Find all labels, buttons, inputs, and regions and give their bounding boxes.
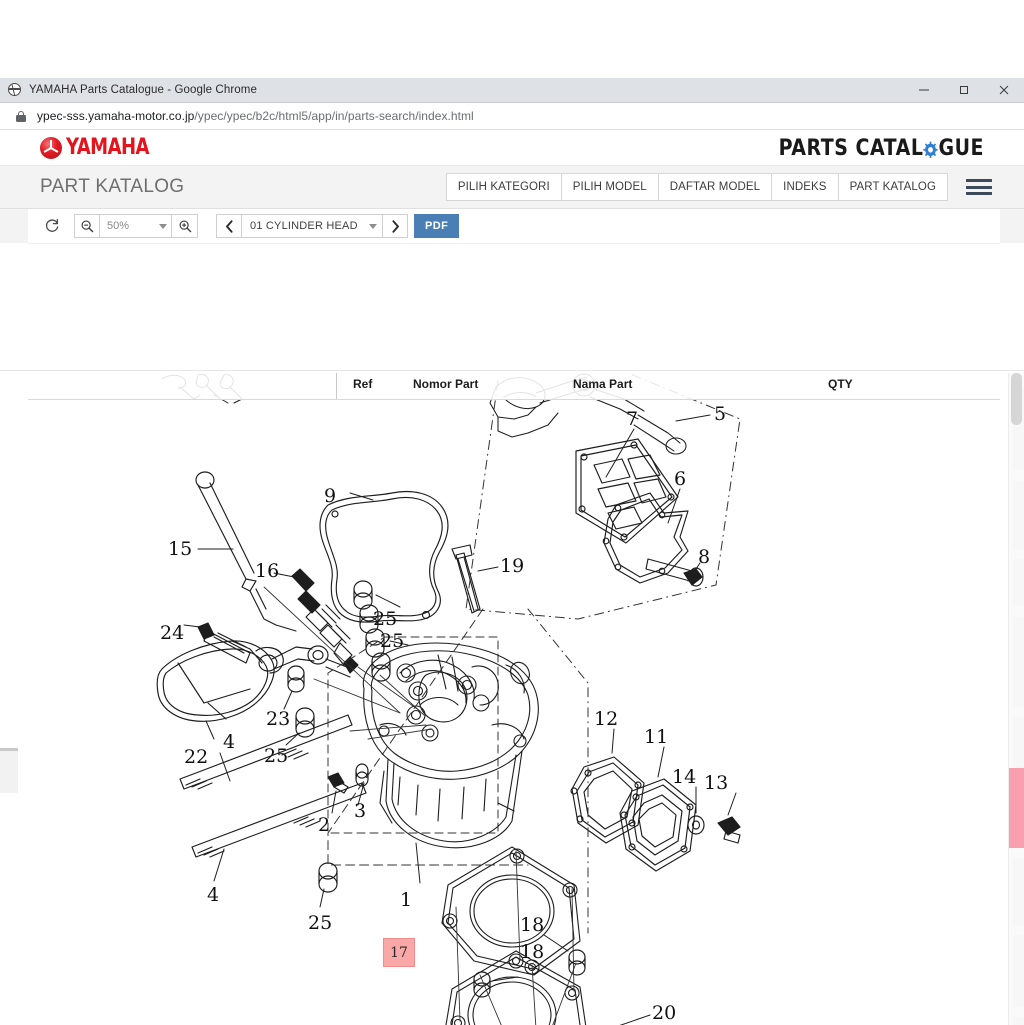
toolbar-divider [0,370,1024,371]
svg-text:8: 8 [698,546,710,568]
column-header-nama-part: Nama Part [573,377,632,391]
column-header-ref: Ref [353,377,372,391]
svg-text:1: 1 [400,889,412,911]
desktop-background [0,0,1024,78]
brand-bar: YAMAHA PARTS CATAL [0,130,1024,166]
svg-text:7: 7 [626,408,638,430]
vertical-scrollbar[interactable] [1008,373,1024,1025]
zoom-out-icon[interactable] [74,214,100,238]
column-header-qty: QTY [828,377,853,391]
zoom-controls: 50% [74,214,198,238]
svg-text:14: 14 [672,766,696,788]
cylinder-head-exploded-diagram: 15 9 [28,373,1000,1025]
yamaha-tuning-forks-icon [40,137,62,159]
selected-ref-17-highlight[interactable]: 17 [383,938,415,967]
pdf-button[interactable]: PDF [414,214,459,238]
zoom-in-icon[interactable] [172,214,198,238]
table-header-divider [336,373,337,399]
window-title: YAMAHA Parts Catalogue - Google Chrome [29,84,257,96]
refresh-icon[interactable] [40,214,64,238]
svg-text:16: 16 [255,560,279,582]
svg-text:25: 25 [264,745,288,767]
parts-catalogue-text-left: PARTS CATAL [779,135,924,160]
svg-text:24: 24 [160,622,184,644]
svg-text:18: 18 [520,914,544,936]
column-header-nomor-part: Nomor Part [413,377,478,391]
category-navigator: 01 CYLINDER HEAD [216,214,408,238]
yamaha-wordmark: YAMAHA [66,136,149,158]
svg-text:5: 5 [714,403,726,425]
svg-text:6: 6 [674,468,686,490]
viewer-toolbar-wrap: 50% [0,209,1024,243]
close-icon[interactable] [984,78,1024,102]
nav-part-katalog[interactable]: PART KATALOG [838,173,948,201]
viewer-toolbar: 50% [28,209,1000,244]
gear-icon [923,139,938,156]
svg-text:23: 23 [266,708,290,730]
svg-text:9: 9 [324,485,336,507]
svg-text:20: 20 [652,1002,676,1024]
maximize-icon[interactable] [944,78,984,102]
chevron-down-icon [159,224,167,229]
parts-catalogue-app: YAMAHA PARTS CATAL [0,130,1024,1025]
svg-text:11: 11 [644,726,668,748]
svg-text:25: 25 [308,912,332,934]
svg-text:13: 13 [704,772,728,794]
nav-pilih-kategori[interactable]: PILIH KATEGORI [446,173,561,201]
hamburger-menu-icon[interactable] [966,177,992,197]
nav-pilih-model[interactable]: PILIH MODEL [561,173,658,201]
minimize-icon[interactable] [904,78,944,102]
screenshot-root: YAMAHA Parts Catalogue - Google Chrome y… [0,0,1024,1024]
category-value: 01 CYLINDER HEAD [250,220,358,232]
scrollbar-selection-marker [1009,768,1024,848]
chevron-left-icon[interactable] [216,214,242,238]
parts-table-header: Ref Nomor Part Nama Part QTY [28,373,1000,400]
browser-address-bar[interactable]: ypec-sss.yamaha-motor.co.jp/ypec/ypec/b2… [0,103,1024,130]
url-host: ypec-sss.yamaha-motor.co.jp [37,109,194,123]
svg-text:25: 25 [380,630,404,652]
diagram-viewport[interactable]: 15 9 [28,373,1000,1025]
parts-catalogue-text-right: GUE [938,135,984,160]
svg-text:15: 15 [168,538,192,560]
left-panel-collapsed-handle[interactable] [0,748,18,793]
svg-text:12: 12 [594,708,618,730]
svg-text:19: 19 [500,555,524,577]
nav-indeks[interactable]: INDEKS [771,173,837,201]
svg-text:4: 4 [223,731,235,753]
page-header-row: PART KATALOG PILIH KATEGORI PILIH MODEL … [0,166,1024,209]
svg-text:4: 4 [207,884,219,906]
category-select[interactable]: 01 CYLINDER HEAD [242,214,382,238]
yamaha-logo[interactable]: YAMAHA [40,137,153,159]
browser-titlebar: YAMAHA Parts Catalogue - Google Chrome [0,78,1024,103]
lock-icon [14,109,28,123]
globe-icon [8,83,22,97]
svg-text:3: 3 [354,800,366,822]
chevron-right-icon[interactable] [382,214,408,238]
chrome-browser-window: YAMAHA Parts Catalogue - Google Chrome y… [0,78,1024,1024]
url-text: ypec-sss.yamaha-motor.co.jp/ypec/ypec/b2… [37,109,474,123]
window-controls [904,78,1024,102]
parts-catalogue-wordmark: PARTS CATAL [779,137,984,159]
main-nav: PILIH KATEGORI PILIH MODEL DAFTAR MODEL … [446,173,948,201]
svg-text:22: 22 [184,746,208,768]
scrollbar-thumb[interactable] [1011,373,1022,425]
nav-daftar-model[interactable]: DAFTAR MODEL [658,173,771,201]
zoom-level-select[interactable]: 50% [100,214,172,238]
page-title: PART KATALOG [40,176,184,198]
url-path: /ypec/ypec/b2c/html5/app/in/parts-search… [194,109,473,123]
chevron-down-icon [369,224,377,229]
zoom-level-value: 50% [107,220,129,232]
svg-text:25: 25 [373,608,397,630]
